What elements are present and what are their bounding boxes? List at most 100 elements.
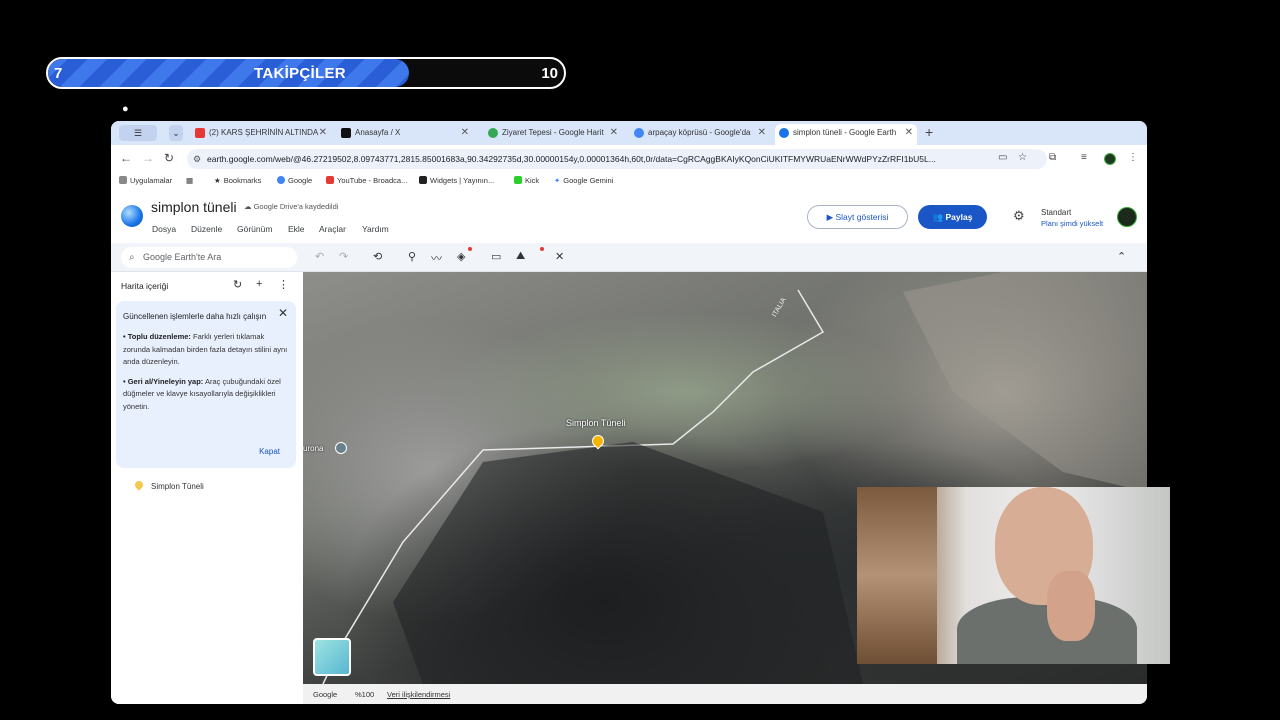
tab-bar: ☰ ⌄ (2) KARS ŞEHRİNİN ALTINDA ✕ Anasayfa… bbox=[111, 121, 1147, 145]
google-icon bbox=[634, 128, 644, 138]
earth-toolbar: ⌕ Google Earth'te Ara ↶ ↷ ⟲ ⚲ 〰 ◈ ▭ ⛰ ✕ … bbox=[111, 243, 1147, 272]
shadow-ridge bbox=[393, 442, 863, 684]
youtube-icon bbox=[326, 176, 334, 184]
bookmark-google[interactable]: Google bbox=[277, 176, 312, 185]
redo-icon[interactable]: ↷ bbox=[339, 250, 348, 263]
tab-title: Anasayfa / X bbox=[355, 128, 401, 137]
draw-path-icon[interactable]: 〰 bbox=[431, 250, 442, 266]
bookmark-gemini[interactable]: ✦ Google Gemini bbox=[554, 176, 613, 185]
apps-grid-icon bbox=[119, 176, 127, 184]
bookmarks-bar: Uygulamalar ▦ ★ Bookmarks Google YouTube … bbox=[111, 173, 1147, 191]
search-placeholder: Google Earth'te Ara bbox=[143, 252, 222, 262]
layers-badge bbox=[468, 247, 472, 251]
kick-icon bbox=[514, 176, 522, 184]
extensions-icon[interactable]: ⧉ bbox=[1049, 152, 1056, 163]
data-attribution-link[interactable]: Veri ilişkilendirmesi bbox=[387, 690, 450, 699]
project-title[interactable]: simplon tüneli bbox=[151, 199, 237, 215]
bookmark-star-icon[interactable]: ☆ bbox=[1018, 152, 1027, 163]
plan-upgrade-link[interactable]: Planı şimdi yükselt bbox=[1041, 218, 1103, 229]
place-item[interactable]: Simplon Tüneli bbox=[133, 479, 204, 491]
tab-x[interactable]: Anasayfa / X ✕ bbox=[337, 124, 473, 145]
panel-title: Harita içeriği bbox=[121, 281, 169, 291]
media-icon[interactable]: ≡ bbox=[1081, 152, 1087, 163]
youtube-icon bbox=[195, 128, 205, 138]
add-placemark-icon[interactable]: ⚲ bbox=[408, 250, 416, 263]
close-icon[interactable]: ✕ bbox=[461, 124, 469, 142]
search-icon: ⌕ bbox=[129, 252, 135, 263]
tab-youtube[interactable]: (2) KARS ŞEHRİNİN ALTINDA ✕ bbox=[191, 124, 331, 145]
close-icon[interactable]: ✕ bbox=[758, 124, 766, 142]
tab-groups-button[interactable]: ☰ bbox=[119, 125, 157, 141]
bookmark-widgets[interactable]: Widgets | Yayının... bbox=[419, 176, 494, 185]
undo-icon[interactable]: ↶ bbox=[315, 250, 324, 263]
earth-icon bbox=[779, 128, 789, 138]
menu-help[interactable]: Yardım bbox=[362, 224, 389, 234]
bookmark-apps[interactable]: Uygulamalar bbox=[119, 176, 172, 185]
address-bar[interactable]: ⚙ earth.google.com/web/@46.27219502,8.09… bbox=[187, 149, 1047, 169]
refresh-icon[interactable]: ↻ bbox=[233, 278, 242, 291]
map-footer: Google %100 Veri ilişkilendirmesi bbox=[303, 684, 1147, 704]
terrain-icon[interactable]: ⛰ bbox=[516, 250, 525, 263]
back-icon[interactable]: ← bbox=[120, 151, 132, 165]
tab-google[interactable]: arpaçay köprüsü - Google'da ✕ bbox=[630, 124, 770, 145]
google-brand: Google bbox=[313, 690, 338, 699]
forward-icon[interactable]: → bbox=[142, 151, 154, 165]
more-vert-icon[interactable]: ⋮ bbox=[1128, 152, 1138, 163]
tip-dismiss-button[interactable]: Kapat bbox=[259, 446, 280, 459]
webcam-overlay bbox=[857, 487, 1170, 664]
map-pin-label: Simplon Tüneli bbox=[566, 418, 626, 428]
map-style-thumbnail[interactable] bbox=[313, 638, 351, 676]
close-icon[interactable]: ✕ bbox=[319, 124, 327, 142]
save-status: ☁ Google Drive'a kaydedildi bbox=[244, 202, 339, 211]
more-vert-icon[interactable]: ⋮ bbox=[278, 278, 289, 291]
tab-title: (2) KARS ŞEHRİNİN ALTINDA bbox=[209, 128, 319, 137]
bookmark-kick[interactable]: Kick bbox=[514, 176, 539, 185]
map-content-panel: Harita içeriği ↻ + ⋮ ✕ Güncellenen işlem… bbox=[111, 272, 316, 704]
reload-icon[interactable]: ↻ bbox=[164, 151, 174, 165]
bookmark-bookmarks[interactable]: ★ Bookmarks bbox=[214, 176, 261, 185]
grid-icon[interactable]: ▦ bbox=[186, 176, 193, 185]
plan-info: Standart Planı şimdi yükselt bbox=[1041, 207, 1103, 229]
tools-icon[interactable]: ✕ bbox=[555, 250, 564, 263]
webcam-background-shelf bbox=[857, 487, 937, 664]
cast-icon[interactable]: ▭ bbox=[998, 152, 1007, 163]
tip-undo-redo: • Geri al/Yineleyin yap: Araç çubuğundak… bbox=[123, 376, 281, 411]
place-name: Simplon Tüneli bbox=[151, 482, 204, 491]
layers-icon[interactable]: ◈ bbox=[457, 250, 465, 263]
measure-ruler-icon[interactable]: ▭ bbox=[491, 250, 501, 263]
share-button[interactable]: 👥 Paylaş bbox=[918, 205, 987, 229]
zoom-level: %100 bbox=[355, 690, 375, 699]
earth-search-input[interactable]: ⌕ Google Earth'te Ara bbox=[121, 247, 297, 268]
profile-avatar[interactable] bbox=[1104, 153, 1116, 165]
menu-edit[interactable]: Düzenle bbox=[191, 224, 222, 234]
menu-insert[interactable]: Ekle bbox=[288, 224, 305, 234]
placemark-pin-icon bbox=[133, 479, 145, 491]
site-info-icon[interactable]: ⚙ bbox=[193, 149, 201, 169]
close-icon[interactable]: ✕ bbox=[278, 307, 288, 320]
browser-toolbar: ← → ↻ ⚙ earth.google.com/web/@46.2721950… bbox=[111, 145, 1147, 173]
close-icon[interactable]: ✕ bbox=[905, 124, 913, 142]
menu-file[interactable]: Dosya bbox=[152, 224, 176, 234]
history-icon[interactable]: ⟲ bbox=[373, 250, 382, 263]
settings-gear-icon[interactable]: ⚙ bbox=[1013, 208, 1025, 224]
account-avatar[interactable] bbox=[1117, 207, 1137, 227]
follower-title: TAKİPÇİLER bbox=[254, 65, 346, 82]
new-tab-button[interactable]: + bbox=[925, 124, 933, 140]
collapse-toolbar-chevron-icon[interactable]: ⌃ bbox=[1117, 250, 1126, 263]
poi-icon[interactable] bbox=[335, 442, 347, 454]
widgets-icon bbox=[419, 176, 427, 184]
follower-goal-count: 10 bbox=[541, 65, 558, 82]
tab-maps[interactable]: Ziyaret Tepesi - Google Harit ✕ bbox=[484, 124, 622, 145]
close-icon[interactable]: ✕ bbox=[610, 124, 618, 142]
menu-tools[interactable]: Araçlar bbox=[319, 224, 346, 234]
menu-view[interactable]: Görünüm bbox=[237, 224, 272, 234]
tip-card: ✕ Güncellenen işlemlerle daha hızlı çalı… bbox=[116, 301, 296, 468]
tab-search-chevron-icon[interactable]: ⌄ bbox=[169, 125, 183, 141]
add-icon[interactable]: + bbox=[256, 278, 262, 290]
rocky-slope bbox=[903, 272, 1147, 492]
google-earth-logo[interactable] bbox=[121, 205, 143, 227]
person-add-icon: 👥 bbox=[932, 212, 946, 222]
bookmark-youtube[interactable]: YouTube - Broadca... bbox=[326, 176, 407, 185]
tab-earth[interactable]: simplon tüneli - Google Earth ✕ bbox=[775, 124, 917, 145]
slideshow-button[interactable]: ▶ Slayt gösterisi bbox=[807, 205, 908, 229]
